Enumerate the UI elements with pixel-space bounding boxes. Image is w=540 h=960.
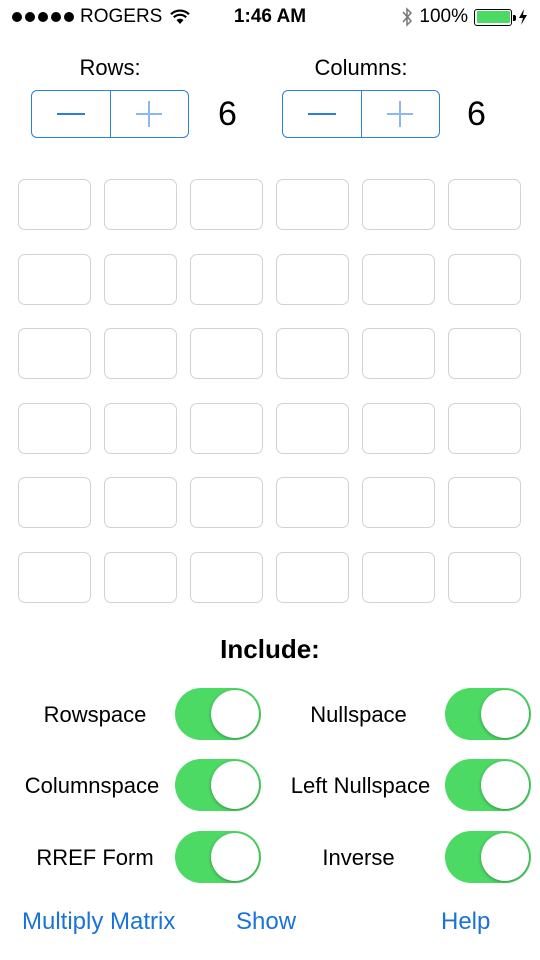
matrix-cell-input[interactable] bbox=[276, 551, 349, 603]
matrix-cell-input[interactable] bbox=[104, 179, 177, 230]
matrix-cell-input[interactable] bbox=[18, 179, 91, 230]
matrix-cell-input[interactable] bbox=[448, 551, 521, 603]
matrix-cell-input[interactable] bbox=[448, 402, 521, 454]
matrix-cell-input[interactable] bbox=[18, 402, 91, 454]
columns-label: Columns: bbox=[314, 55, 408, 80]
matrix-cell-input[interactable] bbox=[362, 328, 435, 379]
matrix-cell-input[interactable] bbox=[104, 253, 177, 305]
charging-icon bbox=[519, 9, 527, 25]
matrix-cell-input[interactable] bbox=[18, 551, 91, 603]
matrix-cell-input[interactable] bbox=[190, 477, 263, 528]
include-heading: Include: bbox=[220, 634, 320, 664]
option-label-rref-form: RREF Form bbox=[36, 845, 154, 870]
matrix-cell-input[interactable] bbox=[104, 477, 177, 528]
rows-label: Rows: bbox=[79, 55, 141, 80]
option-label-columnspace: Columnspace bbox=[24, 773, 160, 798]
toggle-rref-form[interactable] bbox=[175, 831, 261, 883]
toggle-nullspace[interactable] bbox=[445, 688, 531, 740]
plus-icon bbox=[387, 101, 414, 127]
matrix-cell-input[interactable] bbox=[362, 402, 435, 454]
matrix-cell-input[interactable] bbox=[104, 551, 177, 603]
toggle-columnspace[interactable] bbox=[175, 759, 261, 811]
show-button[interactable]: Show bbox=[236, 908, 296, 936]
columns-stepper[interactable] bbox=[282, 90, 440, 138]
matrix-cell-input[interactable] bbox=[362, 253, 435, 305]
matrix-cell-input[interactable] bbox=[448, 179, 521, 230]
matrix-cell-input[interactable] bbox=[18, 253, 91, 305]
matrix-cell-input[interactable] bbox=[276, 402, 349, 454]
matrix-cell-input[interactable] bbox=[448, 253, 521, 305]
status-bar: ROGERS 1:46 AM 100% bbox=[0, 0, 540, 36]
matrix-cell-input[interactable] bbox=[276, 328, 349, 379]
matrix-cell-input[interactable] bbox=[18, 477, 91, 528]
matrix-cell-input[interactable] bbox=[448, 477, 521, 528]
minus-icon bbox=[307, 113, 336, 115]
matrix-cell-input[interactable] bbox=[362, 477, 435, 528]
matrix-cell-input[interactable] bbox=[190, 253, 263, 305]
plus-icon bbox=[136, 101, 163, 127]
option-label-left-nullspace: Left Nullspace bbox=[290, 773, 431, 798]
columns-value: 6 bbox=[467, 95, 486, 133]
matrix-cell-input[interactable] bbox=[190, 328, 263, 379]
option-label-rowspace: Rowspace bbox=[43, 702, 147, 727]
columns-decrement-button[interactable] bbox=[283, 91, 362, 137]
rows-decrement-button[interactable] bbox=[32, 91, 111, 137]
columns-increment-button[interactable] bbox=[362, 91, 440, 137]
rows-value: 6 bbox=[218, 95, 237, 133]
battery-icon bbox=[474, 8, 516, 26]
option-label-nullspace: Nullspace bbox=[310, 702, 407, 727]
status-right: 100% bbox=[401, 6, 528, 28]
bluetooth-icon bbox=[402, 7, 413, 27]
matrix-cell-input[interactable] bbox=[104, 328, 177, 379]
minus-icon bbox=[56, 113, 85, 115]
matrix-cell-input[interactable] bbox=[448, 328, 521, 379]
matrix-cell-input[interactable] bbox=[362, 551, 435, 603]
matrix-grid bbox=[18, 179, 521, 603]
matrix-cell-input[interactable] bbox=[276, 179, 349, 230]
toggle-inverse[interactable] bbox=[445, 831, 531, 883]
matrix-cell-input[interactable] bbox=[362, 179, 435, 230]
rows-increment-button[interactable] bbox=[111, 91, 189, 137]
matrix-cell-input[interactable] bbox=[276, 477, 349, 528]
battery-percent: 100% bbox=[419, 6, 468, 27]
toggle-rowspace[interactable] bbox=[175, 688, 261, 740]
option-label-inverse: Inverse bbox=[322, 845, 395, 870]
matrix-cell-input[interactable] bbox=[190, 179, 263, 230]
toggle-left-nullspace[interactable] bbox=[445, 759, 531, 811]
matrix-cell-input[interactable] bbox=[18, 328, 91, 379]
matrix-cell-input[interactable] bbox=[104, 402, 177, 454]
matrix-cell-input[interactable] bbox=[190, 551, 263, 603]
help-button[interactable]: Help bbox=[441, 908, 490, 936]
matrix-cell-input[interactable] bbox=[276, 253, 349, 305]
multiply-matrix-button[interactable]: Multiply Matrix bbox=[22, 908, 175, 936]
matrix-cell-input[interactable] bbox=[190, 402, 263, 454]
rows-stepper[interactable] bbox=[31, 90, 189, 138]
